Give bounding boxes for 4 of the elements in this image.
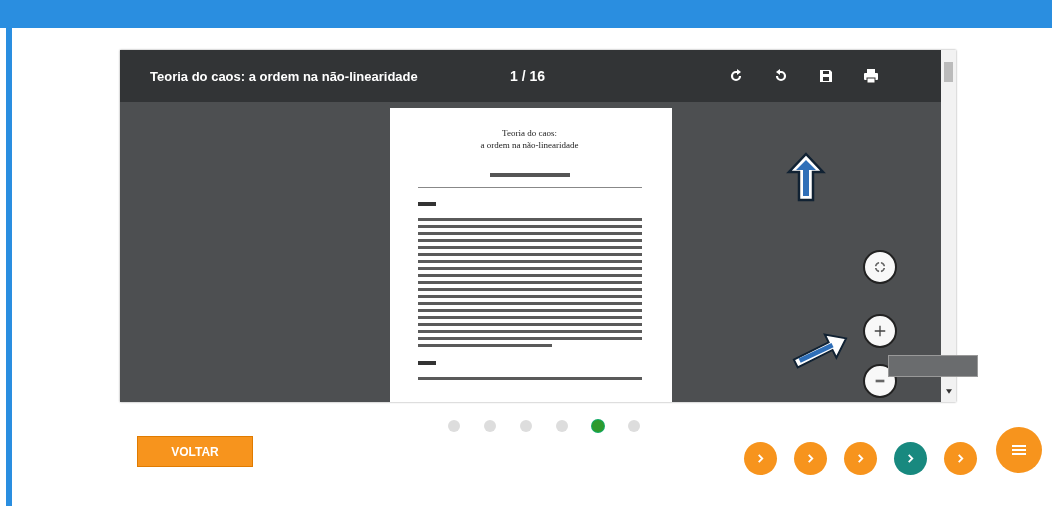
- page-indicator: 1 / 16: [510, 68, 546, 84]
- back-button[interactable]: VOLTAR: [137, 436, 253, 467]
- document-title: Teoria do caos: a ordem na não-linearidade: [150, 68, 419, 84]
- page-heading: Teoria do caos: a ordem na não-linearidade: [480, 128, 579, 152]
